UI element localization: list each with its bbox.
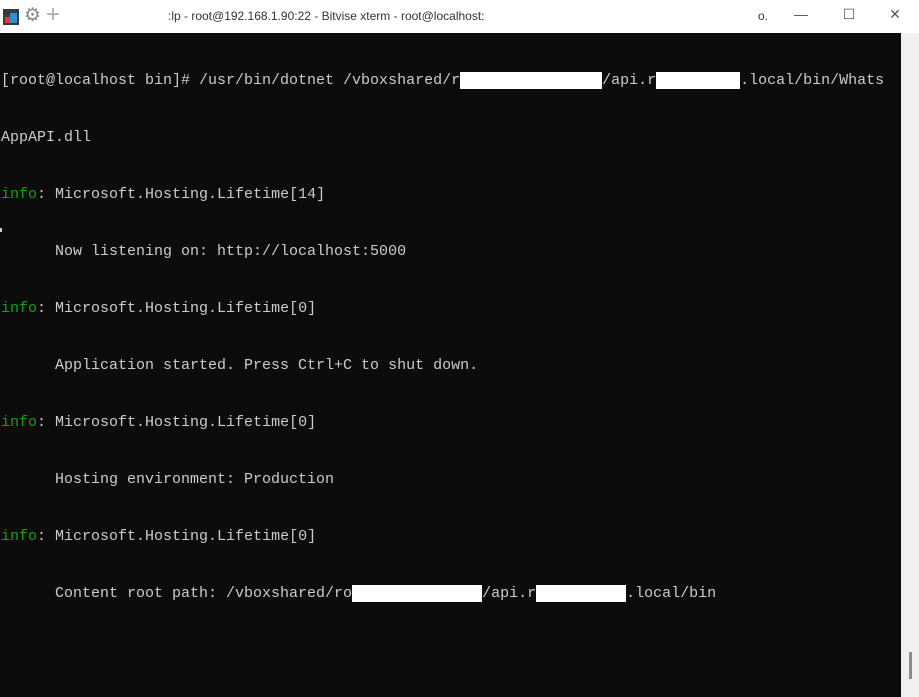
vertical-scrollbar[interactable] bbox=[901, 33, 919, 697]
log-header: info: Microsoft.Hosting.Lifetime[0] bbox=[1, 414, 317, 431]
command-text: [root@localhost bin]# /usr/bin/dotnet /v… bbox=[1, 72, 461, 89]
log-header: info: Microsoft.Hosting.Lifetime[0] bbox=[1, 300, 317, 317]
log-message: Hosting environment: Production bbox=[1, 471, 335, 488]
log-header: info: Microsoft.Hosting.Lifetime[0] bbox=[1, 528, 317, 545]
minimize-button[interactable]: — bbox=[786, 6, 816, 22]
terminal-cursor bbox=[0, 228, 2, 232]
command-line: [root@localhost bin]# /usr/bin/dotnet /v… bbox=[1, 71, 884, 90]
command-text: .local/bin/Whats bbox=[740, 72, 885, 89]
log-header: info: Microsoft.Hosting.Lifetime[14] bbox=[1, 186, 326, 203]
window-title: :lp - root@192.168.1.90:22 - Bitvise xte… bbox=[168, 9, 485, 23]
terminal-output[interactable]: [root@localhost bin]# /usr/bin/dotnet /v… bbox=[0, 33, 901, 697]
title-extra: o. bbox=[758, 9, 769, 23]
close-button[interactable]: ✕ bbox=[880, 6, 910, 23]
redaction bbox=[460, 72, 603, 89]
log-message: Content root path: /vboxshared/ro/api.r.… bbox=[1, 585, 717, 602]
title-bar: ⚙ + :lp - root@192.168.1.90:22 - Bitvise… bbox=[0, 0, 919, 33]
plus-icon[interactable]: + bbox=[46, 3, 60, 27]
command-line-wrap: AppAPI.dll bbox=[1, 129, 92, 146]
log-message: Now listening on: http://localhost:5000 bbox=[1, 243, 407, 260]
redaction bbox=[536, 585, 627, 602]
redaction bbox=[656, 72, 741, 89]
command-text: /api.r bbox=[602, 72, 657, 89]
gear-icon[interactable]: ⚙ bbox=[24, 6, 41, 26]
scrollbar-thumb[interactable] bbox=[909, 652, 912, 679]
maximize-button[interactable]: ☐ bbox=[834, 6, 864, 23]
redaction bbox=[352, 585, 483, 602]
bitvise-app-icon[interactable] bbox=[3, 9, 19, 25]
log-message: Application started. Press Ctrl+C to shu… bbox=[1, 357, 479, 374]
